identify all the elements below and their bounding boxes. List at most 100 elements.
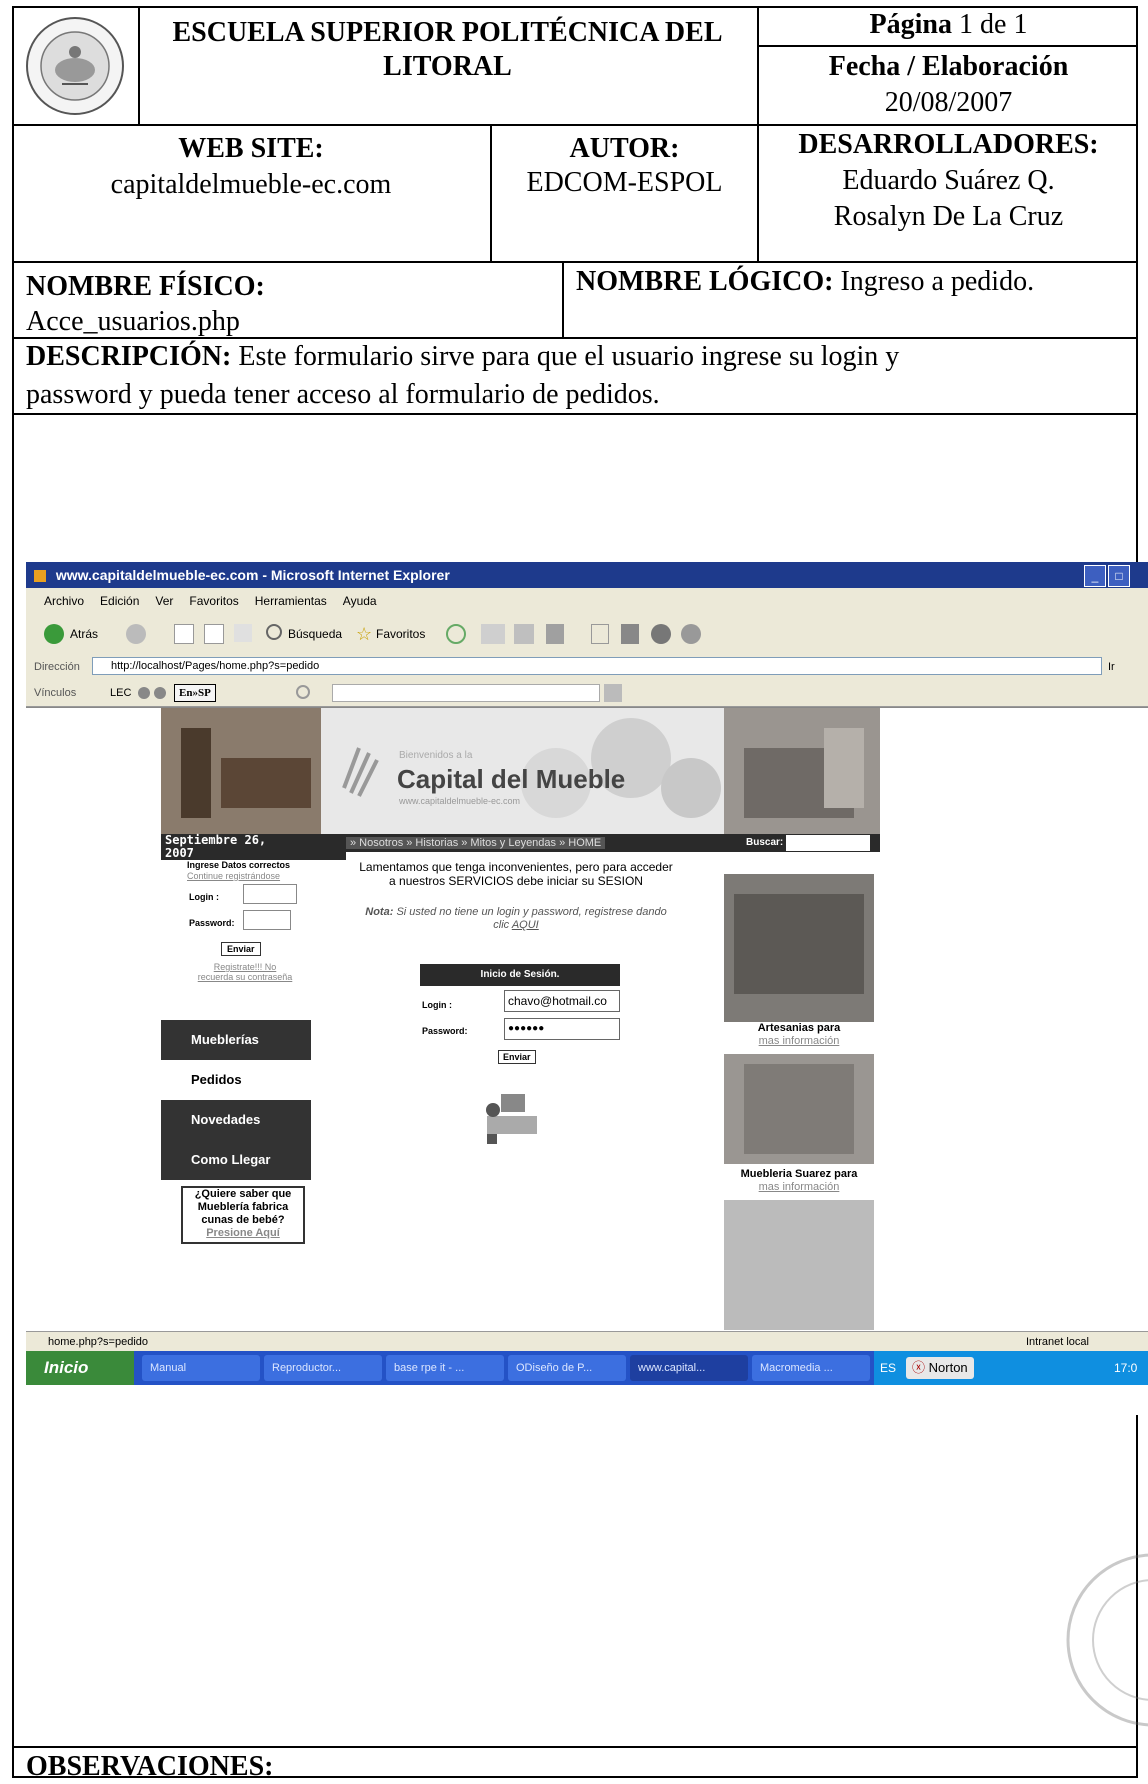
top-nav: » Nosotros » Historias » Mitos y Leyenda… xyxy=(346,834,880,852)
back-arrow-icon[interactable] xyxy=(44,624,64,644)
espol-logo xyxy=(22,14,128,118)
side-login-link[interactable]: Continue registrándose xyxy=(187,871,280,881)
task-button[interactable]: Macromedia ... xyxy=(752,1355,870,1381)
menu-archivo[interactable]: Archivo xyxy=(44,594,84,608)
address-label: Dirección xyxy=(34,661,80,673)
register-link[interactable]: AQUI xyxy=(512,919,539,931)
minimize-icon[interactable]: _ xyxy=(1084,565,1106,587)
links-label: Vínculos xyxy=(34,687,77,699)
status-url: home.php?s=pedido xyxy=(48,1336,148,1348)
ad-1-link[interactable]: mas información xyxy=(724,1035,874,1047)
search-button[interactable]: Búsqueda xyxy=(288,614,342,654)
developer-2: Rosalyn De La Cruz xyxy=(833,201,1064,232)
clock: 17:0 xyxy=(1114,1361,1138,1375)
side-login-input[interactable] xyxy=(243,884,297,904)
top-nav-links[interactable]: » Nosotros » Historias » Mitos y Leyenda… xyxy=(346,837,606,849)
favorites-button[interactable]: Favoritos xyxy=(376,614,425,654)
history-icon[interactable] xyxy=(446,624,466,644)
translate-select[interactable]: En»SP xyxy=(174,684,216,702)
banner-photo-right xyxy=(724,708,880,834)
site-search-input[interactable] xyxy=(786,835,870,851)
divider xyxy=(562,261,564,339)
toolbar-search-go-icon[interactable] xyxy=(604,684,622,702)
menu-favoritos[interactable]: Favoritos xyxy=(189,594,238,608)
norton-button[interactable]: ⓧ Norton xyxy=(906,1357,974,1379)
nav-pedidos[interactable]: Pedidos xyxy=(161,1060,311,1100)
task-button[interactable]: ODiseño de P... xyxy=(508,1355,626,1381)
taskbar: Inicio Manual Reproductor... base rpe it… xyxy=(26,1351,1148,1385)
ad-photo-1 xyxy=(724,874,874,1022)
nav-novedades[interactable]: Novedades xyxy=(161,1100,311,1140)
ie-icon xyxy=(34,570,46,583)
stop-icon[interactable] xyxy=(174,624,194,644)
task-button[interactable]: www.capital... xyxy=(630,1355,748,1381)
lang-indicator[interactable]: ES xyxy=(880,1351,896,1385)
promo-box: ¿Quiere saber que Mueblería fabrica cuna… xyxy=(181,1186,305,1244)
login-label: Login : xyxy=(422,1000,452,1010)
research-icon[interactable] xyxy=(621,624,639,644)
nav-como-llegar[interactable]: Como Llegar xyxy=(161,1140,311,1180)
maximize-icon[interactable]: □ xyxy=(1108,565,1130,587)
side-password-input[interactable] xyxy=(243,910,291,930)
login-send-button[interactable]: Enviar xyxy=(498,1050,536,1064)
task-button[interactable]: Reproductor... xyxy=(264,1355,382,1381)
search-icon[interactable] xyxy=(266,624,282,640)
refresh-icon[interactable] xyxy=(204,624,224,644)
promo-link[interactable]: Presione Aquí xyxy=(183,1227,303,1240)
toolbar-search-input[interactable] xyxy=(332,684,600,702)
note-message: Nota: Si usted no tiene un login y passw… xyxy=(365,906,667,931)
ad-2-link[interactable]: mas información xyxy=(724,1181,874,1193)
task-button[interactable]: base rpe it - ... xyxy=(386,1355,504,1381)
globe-icon[interactable] xyxy=(154,687,166,699)
go-button[interactable]: Ir xyxy=(1108,654,1115,680)
menu-ver[interactable]: Ver xyxy=(155,594,173,608)
start-button[interactable]: Inicio xyxy=(26,1351,134,1385)
print-icon[interactable] xyxy=(514,624,534,644)
session-title: Inicio de Sesión. xyxy=(420,964,620,986)
developers-label: DESARROLLADORES: xyxy=(798,129,1099,160)
banner-photo-left xyxy=(161,708,321,834)
discuss-icon[interactable] xyxy=(591,624,609,644)
globe-icon[interactable] xyxy=(138,687,150,699)
observations-label: OBSERVACIONES: xyxy=(26,1751,274,1782)
browser-titlebar: www.capitaldelmueble-ec.com - Microsoft … xyxy=(26,562,1148,588)
side-register-link[interactable]: Registrate!!! No recuerda su contraseña xyxy=(195,962,295,982)
login-input[interactable]: chavo@hotmail.co xyxy=(504,990,620,1012)
home-icon[interactable] xyxy=(234,624,252,642)
edit-icon[interactable] xyxy=(546,624,564,644)
institution-name: ESCUELA SUPERIOR POLITÉCNICA DEL LITORAL xyxy=(172,17,723,82)
browser-title: www.capitaldelmueble-ec.com - Microsoft … xyxy=(55,567,450,583)
menu-ayuda[interactable]: Ayuda xyxy=(343,594,377,608)
side-send-button[interactable]: Enviar xyxy=(221,942,261,956)
password-input[interactable]: ●●●●●● xyxy=(504,1018,620,1040)
side-login-label: Login : xyxy=(189,892,219,902)
side-login-title: Ingrese Datos correctos xyxy=(187,860,291,870)
browser-menubar: Archivo Edición Ver Favoritos Herramientas Ay… xyxy=(26,588,1148,614)
lec-label: LEC xyxy=(110,687,132,699)
ad-photo-3 xyxy=(724,1200,874,1330)
address-input[interactable]: http://localhost/Pages/home.php?s=pedido xyxy=(92,657,1102,675)
left-sidebar: Ingrese Datos correctos Continue registr… xyxy=(161,860,311,1330)
divider xyxy=(12,261,1138,263)
brand-logo-icon xyxy=(339,738,379,798)
nav-mueblerias[interactable]: Mueblerías xyxy=(161,1020,311,1060)
browser-toolbar: Atrás Búsqueda ☆ Favoritos xyxy=(26,614,1148,655)
task-button[interactable]: Manual xyxy=(142,1355,260,1381)
web-viewport: Bienvenidos a la Capital del Mueble www.… xyxy=(26,707,1148,1332)
favorites-star-icon[interactable]: ☆ xyxy=(356,614,372,654)
mail-icon[interactable] xyxy=(481,624,505,644)
ad-2-title: Muebleria Suarez para xyxy=(740,1168,858,1180)
media-icon[interactable] xyxy=(651,624,671,644)
forward-arrow-icon[interactable] xyxy=(126,624,146,644)
menu-herramientas[interactable]: Herramientas xyxy=(255,594,327,608)
site-search-label: Buscar: xyxy=(746,837,784,848)
developer-1: Eduardo Suárez Q. xyxy=(842,165,1055,196)
menu-edicion[interactable]: Edición xyxy=(100,594,139,608)
seal-stamp xyxy=(1058,1540,1148,1740)
ad-1-title: Artesanias para xyxy=(757,1022,841,1034)
physical-name-value: Acce_usuarios.php xyxy=(26,306,240,337)
back-button[interactable]: Atrás xyxy=(70,614,98,654)
messenger-icon[interactable] xyxy=(681,624,701,644)
date-label: Fecha / Elaboración xyxy=(828,51,1069,82)
author-label: AUTOR: xyxy=(569,133,680,164)
